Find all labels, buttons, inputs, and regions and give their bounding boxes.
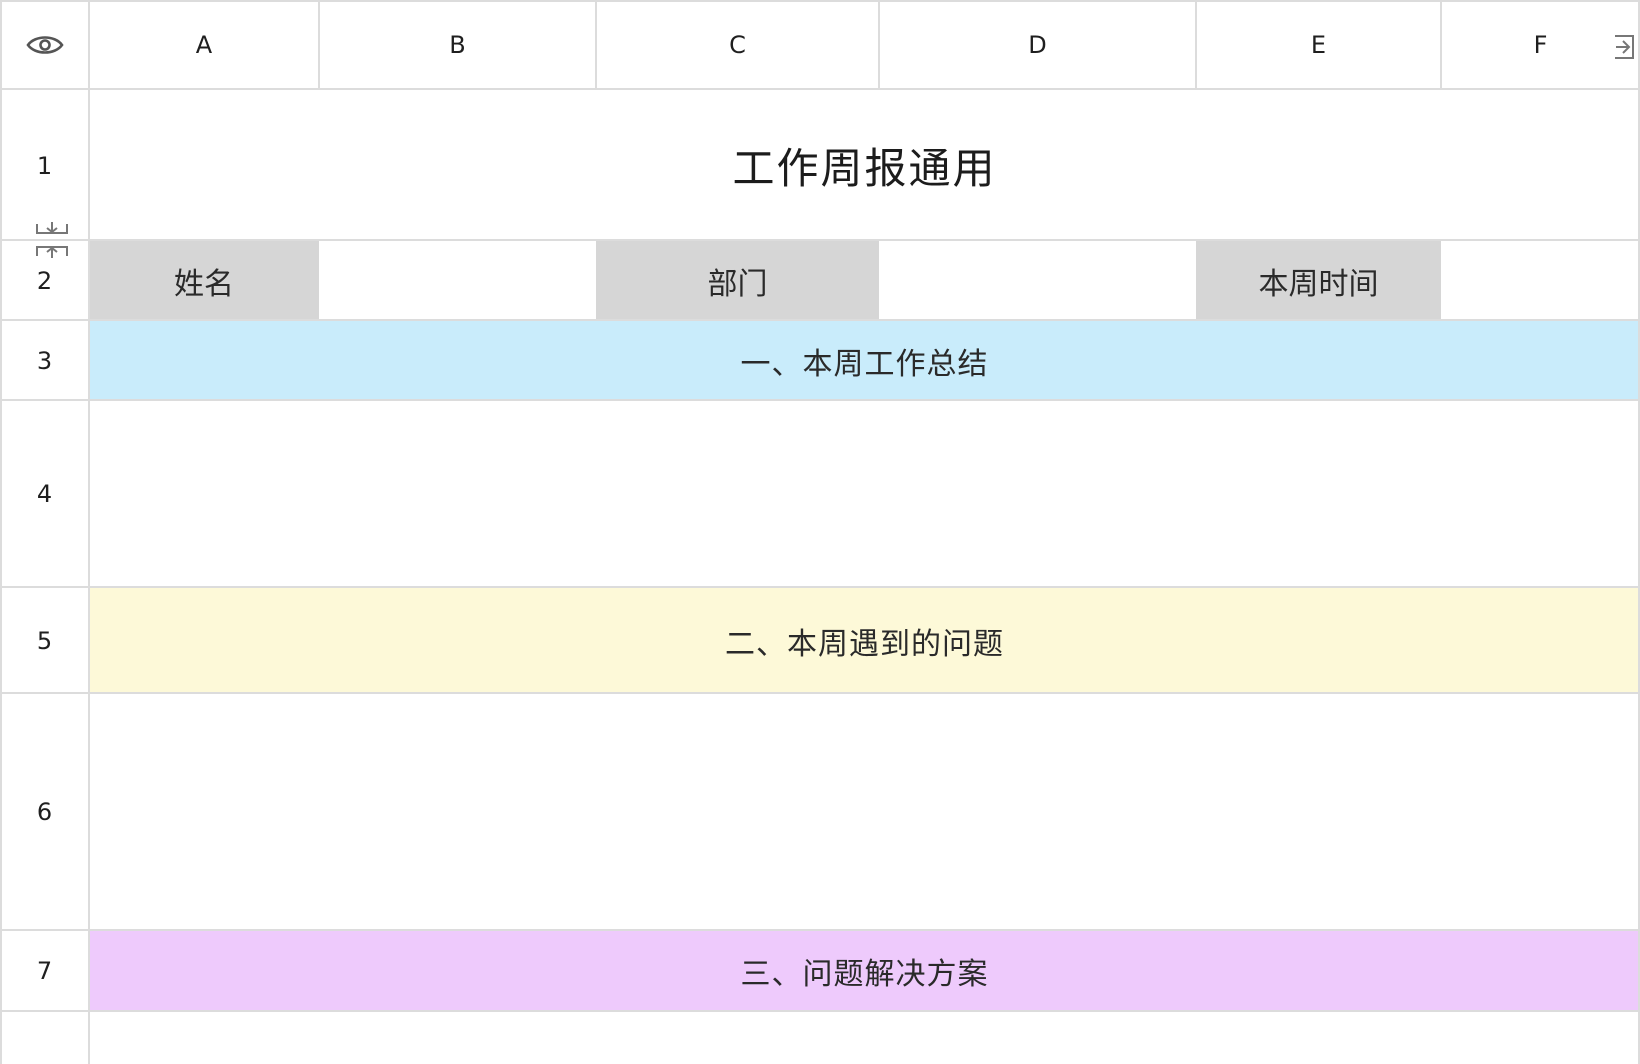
column-label-a: A [195,30,213,59]
scroll-right-button[interactable] [1610,30,1638,64]
section-solutions-title: 三、问题解决方案 [740,957,989,992]
gridline [0,399,1640,401]
week-time-label: 本周时间 [1258,266,1379,302]
gridline [0,0,2,1064]
sheet-title: 工作周报通用 [732,144,997,193]
gridline [0,0,1640,2]
row-label-5: 5 [36,626,53,655]
gridline [0,319,1640,321]
row-header-1[interactable]: 1 [0,90,89,241]
row-label-3: 3 [36,346,53,375]
gridline [1440,0,1442,89]
gridline [88,0,90,1064]
visibility-toggle[interactable] [0,0,89,89]
label-cell-name[interactable]: 姓名 [89,241,319,320]
value-cell-department[interactable] [879,241,1196,320]
row-header-3[interactable]: 3 [0,321,89,400]
row-label-4: 4 [36,480,53,508]
column-label-c: C [729,30,746,59]
gridline [878,0,880,89]
eye-icon [25,33,64,57]
section-summary-title: 一、本周工作总结 [740,346,989,382]
row-label-2: 2 [36,266,53,295]
column-header-d[interactable]: D [879,0,1196,89]
label-cell-department[interactable]: 部门 [596,241,879,320]
gridline [1195,0,1197,89]
column-header-a[interactable]: A [89,0,319,89]
column-label-e: E [1310,30,1327,59]
row-header-6[interactable]: 6 [0,694,89,930]
department-label: 部门 [707,266,768,302]
row-label-6: 6 [36,798,53,826]
section-summary-cell[interactable]: 一、本周工作总结 [89,321,1640,400]
gridline [0,1010,1640,1012]
gridline [0,929,1640,931]
value-cell-week-time[interactable] [1441,241,1640,320]
section-problems-title: 二、本周遇到的问题 [725,626,1004,662]
row-header-2[interactable]: 2 [0,241,89,320]
title-cell[interactable]: 工作周报通用 [89,90,1640,241]
column-header-b[interactable]: B [319,0,596,89]
row-label-1: 1 [36,151,53,180]
gridline [0,239,1640,241]
gridline [318,0,320,89]
summary-content-cell[interactable] [89,401,1640,587]
row-label-7: 7 [36,957,53,985]
section-solutions-cell[interactable]: 三、问题解决方案 [89,931,1640,1011]
column-label-b: B [449,30,466,59]
gridline [595,0,597,89]
column-header-c[interactable]: C [596,0,879,89]
gridline [0,88,1640,90]
arrow-right-icon [1613,32,1635,62]
row-header-5[interactable]: 5 [0,588,89,693]
row-header-4[interactable]: 4 [0,401,89,587]
gridline [0,692,1640,694]
column-header-e[interactable]: E [1196,0,1441,89]
label-cell-week-time[interactable]: 本周时间 [1196,241,1441,320]
column-label-d: D [1028,30,1047,59]
value-cell-name[interactable] [319,241,596,320]
column-label-f: F [1533,30,1548,59]
gridline [0,586,1640,588]
spreadsheet[interactable]: 姓名 部门 本周时间 工作周报通用 一、本周工作总结 二、本周遇到的问题 三、问… [0,0,1640,1064]
problems-content-cell[interactable] [89,694,1640,930]
row-header-7[interactable]: 7 [0,931,89,1011]
section-problems-cell[interactable]: 二、本周遇到的问题 [89,588,1640,693]
name-label: 姓名 [174,266,234,302]
